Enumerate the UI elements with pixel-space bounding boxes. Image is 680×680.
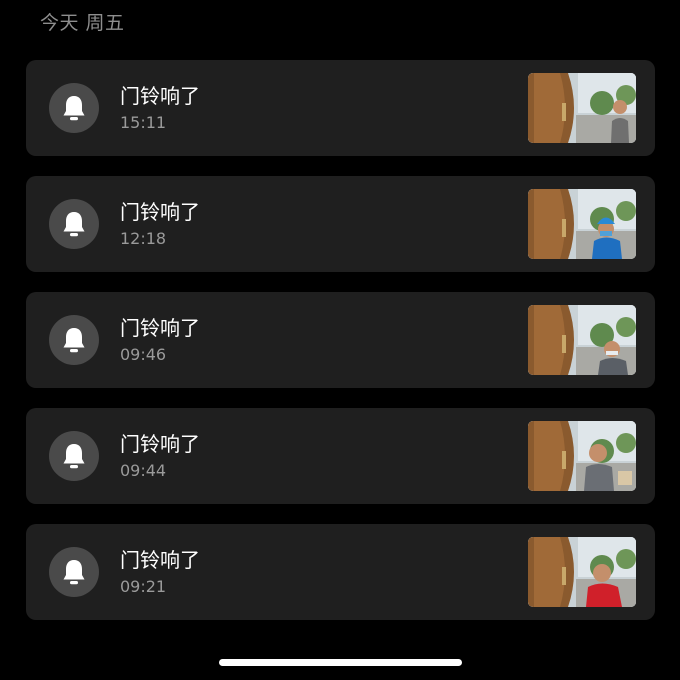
- event-card[interactable]: 门铃响了 12:18: [26, 176, 655, 272]
- event-title: 门铃响了: [120, 432, 200, 456]
- event-title: 门铃响了: [120, 548, 200, 572]
- bell-icon: [63, 560, 85, 585]
- event-snapshot-thumbnail[interactable]: [528, 537, 636, 607]
- event-title: 门铃响了: [120, 200, 200, 224]
- event-title: 门铃响了: [120, 316, 200, 340]
- event-card[interactable]: 门铃响了 09:44: [26, 408, 655, 504]
- bell-icon-circle: [49, 199, 99, 249]
- visitor-figure: [584, 464, 614, 491]
- bell-icon: [63, 328, 85, 353]
- visitor-figure: [586, 583, 622, 607]
- event-time: 09:44: [120, 461, 167, 480]
- event-list: 门铃响了 15:11 门铃响了 12:18 门铃响了 09:46 门铃响了 09…: [26, 60, 655, 620]
- bell-icon: [63, 96, 85, 121]
- event-title: 门铃响了: [120, 84, 200, 108]
- bell-icon-circle: [49, 547, 99, 597]
- bell-icon: [63, 444, 85, 469]
- event-time: 12:18: [120, 229, 167, 248]
- event-card[interactable]: 门铃响了 15:11: [26, 60, 655, 156]
- event-snapshot-thumbnail[interactable]: [528, 305, 636, 375]
- event-snapshot-thumbnail[interactable]: [528, 189, 636, 259]
- bell-icon: [63, 212, 85, 237]
- bell-icon-circle: [49, 83, 99, 133]
- home-indicator[interactable]: [219, 659, 462, 666]
- event-snapshot-thumbnail[interactable]: [528, 421, 636, 491]
- event-card[interactable]: 门铃响了 09:46: [26, 292, 655, 388]
- event-snapshot-thumbnail[interactable]: [528, 73, 636, 143]
- event-card[interactable]: 门铃响了 09:21: [26, 524, 655, 620]
- bell-icon-circle: [49, 431, 99, 481]
- event-time: 09:21: [120, 577, 167, 596]
- visitor-figure: [598, 358, 628, 375]
- visitor-figure: [592, 237, 622, 259]
- event-time: 15:11: [120, 113, 167, 132]
- date-header: 今天 周五: [40, 12, 125, 34]
- visitor-figure: [611, 118, 629, 143]
- event-time: 09:46: [120, 345, 167, 364]
- bell-icon-circle: [49, 315, 99, 365]
